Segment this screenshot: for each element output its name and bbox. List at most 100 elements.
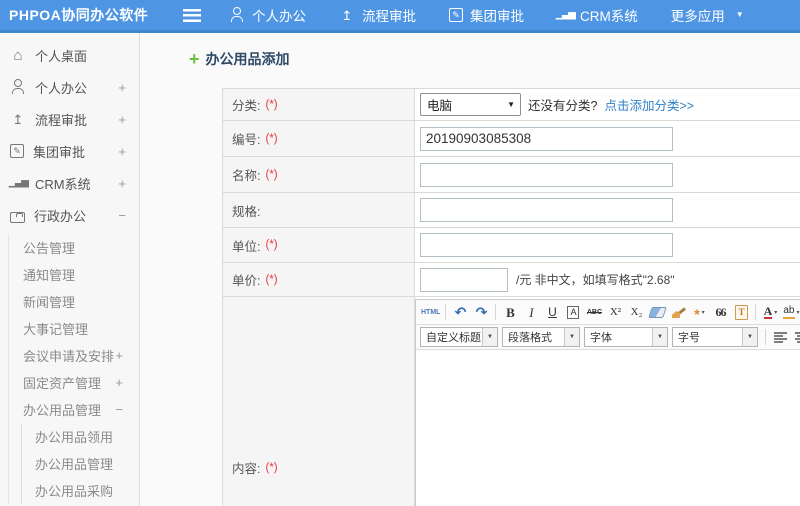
- nav-item-4[interactable]: ▁▃▅ CRM系统: [556, 5, 638, 25]
- font-border-button[interactable]: A: [563, 303, 583, 322]
- nav-item-label: 流程审批: [362, 9, 416, 24]
- subsubmenu-item-2[interactable]: 办公用品管理: [22, 450, 139, 477]
- underline-button[interactable]: U: [542, 303, 562, 322]
- sidebar-item-2[interactable]: 个人办公 +: [0, 71, 139, 103]
- required-marker: (*): [265, 168, 278, 181]
- nav-item-label: 集团审批: [470, 9, 524, 24]
- nav-item-2[interactable]: ↥ 流程审批: [339, 5, 416, 25]
- nav-item-5[interactable]: 更多应用 ▼: [671, 5, 748, 25]
- top-nav: 个人办公 ↥ 流程审批 ✎ 集团审批 ▁▃▅ CRM系统 更多应用 ▼: [229, 5, 748, 25]
- form-label-cell: 单价: (*): [223, 263, 415, 296]
- font-size-select[interactable]: 字号 ▼: [672, 327, 758, 347]
- submenu-item-label: 通知管理: [23, 268, 76, 283]
- submenu-item-2[interactable]: 通知管理: [9, 261, 139, 288]
- price-input[interactable]: [420, 267, 508, 292]
- user-icon: [10, 79, 26, 94]
- sidebar-item-1[interactable]: ⌂ 个人桌面: [0, 39, 139, 71]
- editor-content-area[interactable]: [416, 350, 800, 506]
- expand-toggle[interactable]: +: [118, 176, 126, 191]
- unit-input[interactable]: [420, 233, 673, 257]
- submenu-item-4[interactable]: 大事记管理: [9, 315, 139, 342]
- subsubmenu-item-1[interactable]: 办公用品领用: [22, 423, 139, 450]
- font-family-select[interactable]: 字体 ▼: [584, 327, 668, 347]
- nav-item-3[interactable]: ✎ 集团审批: [449, 5, 524, 25]
- expand-toggle[interactable]: −: [115, 402, 123, 417]
- field-label: 分类:: [232, 99, 261, 113]
- paragraph-format-select[interactable]: 段落格式 ▼: [502, 327, 580, 347]
- hamburger-icon[interactable]: [183, 8, 201, 22]
- sidebar-item-label: 个人办公: [35, 80, 88, 96]
- bold-button[interactable]: B: [500, 303, 520, 322]
- form-row-content-editor: 内容: (*) HTML ↶ ↷ B I U A ABC X² X₂ * ▾ 66 T A ▾ ab ▾ 自定义标题 ▼ 段…: [223, 297, 800, 506]
- name-input[interactable]: [420, 162, 673, 187]
- expand-toggle[interactable]: −: [118, 208, 126, 223]
- spec-input[interactable]: [420, 198, 673, 222]
- subscript-button[interactable]: X₂: [626, 303, 646, 322]
- submenu-item-3[interactable]: 新闻管理: [9, 288, 139, 315]
- align-left-button[interactable]: [770, 328, 790, 347]
- form-value-cell: [415, 121, 800, 156]
- form-value-cell: [415, 228, 800, 262]
- redo-button[interactable]: ↷: [471, 303, 491, 322]
- sidebar-item-4[interactable]: ✎ 集团审批 +: [0, 135, 139, 167]
- blockquote-button[interactable]: 66: [710, 303, 730, 322]
- nav-item-label: 更多应用: [670, 9, 725, 24]
- expand-toggle[interactable]: +: [115, 348, 123, 363]
- strikethrough-button[interactable]: ABC: [584, 303, 604, 322]
- expand-toggle[interactable]: +: [118, 112, 126, 127]
- expand-toggle[interactable]: +: [118, 144, 126, 159]
- form-value-cell: [415, 193, 800, 227]
- form-row-name-input: 名称: (*): [223, 157, 800, 193]
- flow-icon: ↥: [341, 7, 353, 23]
- no-category-hint: 还没有分类?: [528, 99, 598, 113]
- required-marker: (*): [265, 98, 278, 111]
- expand-toggle[interactable]: +: [118, 80, 126, 95]
- eraser-button[interactable]: [647, 303, 667, 322]
- clean-format-button[interactable]: [668, 303, 688, 322]
- form-label-cell: 单位: (*): [223, 228, 415, 262]
- toolbar-separator: [755, 304, 757, 320]
- font-color-icon: A: [763, 304, 773, 319]
- app-logo: PHPOA协同办公软件: [9, 7, 149, 23]
- align-center-button[interactable]: [791, 328, 800, 347]
- submenu-item-label: 大事记管理: [23, 322, 89, 337]
- caret-down-icon: ▼: [735, 10, 744, 19]
- dropdown-caret-icon: ▾: [796, 309, 800, 316]
- clean-format-icon: [672, 306, 685, 318]
- italic-button[interactable]: I: [521, 303, 541, 322]
- sidebar-item-6[interactable]: 行政办公 −: [0, 199, 139, 231]
- toolbar-separator: [495, 304, 497, 320]
- format-painter-button[interactable]: * ▾: [689, 303, 709, 322]
- superscript-button[interactable]: X²: [605, 303, 625, 322]
- editor-toolbar-row-1: HTML ↶ ↷ B I U A ABC X² X₂ * ▾ 66 T A ▾ ab ▾: [416, 300, 800, 325]
- form-value-cell: /元 非中文，如填写格式"2.68": [415, 263, 800, 296]
- form-label-cell: 规格:: [223, 193, 415, 227]
- category-select[interactable]: 电脑 ▼: [420, 93, 521, 116]
- nav-item-1[interactable]: 个人办公: [229, 5, 306, 25]
- sidebar-item-label: 行政办公: [34, 208, 87, 224]
- italic-icon: I: [529, 304, 534, 320]
- main-content: 办公用品添加 分类: (*) 电脑 ▼ 还没有分类? 点击添加分类>> 编号: (*) 名称: (…: [141, 33, 800, 506]
- submenu-item-7[interactable]: 办公用品管理 −: [9, 396, 139, 423]
- field-label: 规格:: [232, 204, 261, 219]
- field-label: 单位:: [232, 239, 261, 254]
- submenu-item-label: 办公用品管理: [23, 403, 102, 418]
- sidebar-item-5[interactable]: ▁▃▅ CRM系统 +: [0, 167, 139, 199]
- html-source-button[interactable]: HTML: [420, 303, 441, 322]
- number-input[interactable]: [420, 126, 673, 151]
- font-color-button[interactable]: A ▾: [760, 303, 780, 322]
- form-label-cell: 分类: (*): [223, 89, 415, 120]
- sidebar-item-3[interactable]: ↥ 流程审批 +: [0, 103, 139, 135]
- top-bar: PHPOA协同办公软件 个人办公 ↥ 流程审批 ✎ 集团审批 ▁▃▅ CRM系统 更多应用 ▼: [0, 0, 800, 33]
- undo-button[interactable]: ↶: [450, 303, 470, 322]
- expand-toggle[interactable]: +: [115, 375, 123, 390]
- subsubmenu-item-3[interactable]: 办公用品采购: [22, 477, 139, 504]
- submenu-item-6[interactable]: 固定资产管理 +: [9, 369, 139, 396]
- paste-button[interactable]: T: [731, 303, 751, 322]
- style-select[interactable]: 自定义标题 ▼: [420, 327, 498, 347]
- add-category-link[interactable]: 点击添加分类>>: [604, 95, 694, 114]
- submenu-item-1[interactable]: 公告管理: [9, 234, 139, 261]
- user-icon: [229, 7, 245, 22]
- highlight-color-button[interactable]: ab ▾: [781, 303, 800, 322]
- submenu-item-5[interactable]: 会议申请及安排 +: [9, 342, 139, 369]
